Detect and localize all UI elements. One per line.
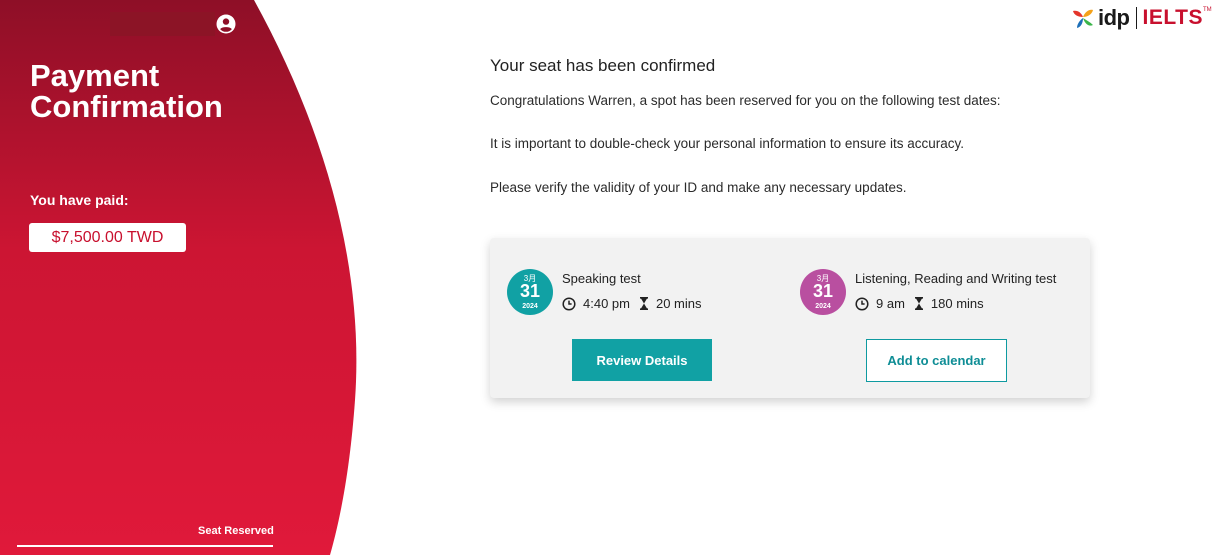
- date-year: 2024: [815, 303, 831, 310]
- test-time: 4:40 pm: [583, 296, 630, 311]
- congratulations-text: Congratulations Warren, a spot has been …: [490, 93, 1001, 108]
- test-dates-card: 3月 31 2024 Speaking test 4:40 pm 20 mins…: [490, 238, 1090, 398]
- confirmation-heading: Your seat has been confirmed: [490, 56, 716, 75]
- date-day: 31: [519, 281, 541, 301]
- idp-ielts-logo: idp IELTS TM: [1071, 5, 1212, 31]
- step-progress-line: [17, 545, 273, 547]
- date-badge: 3月 31 2024: [800, 269, 846, 315]
- date-year: 2024: [522, 303, 538, 310]
- test-duration: 20 mins: [655, 296, 702, 311]
- step-label-seat-reserved: Seat Reserved: [198, 525, 274, 537]
- date-day: 31: [812, 281, 834, 301]
- add-to-calendar-button[interactable]: Add to calendar: [866, 339, 1007, 382]
- test-time: 9 am: [876, 296, 905, 311]
- logo-divider: [1135, 7, 1137, 29]
- clock-icon: [562, 296, 576, 311]
- id-verify-text: Please verify the validity of your ID an…: [490, 180, 907, 195]
- logo-idp-text: idp: [1098, 5, 1130, 30]
- username-redacted: [110, 12, 215, 36]
- logo-ielts-text: IELTS: [1142, 6, 1203, 29]
- review-details-button[interactable]: Review Details: [572, 339, 712, 381]
- test-name: Listening, Reading and Writing test: [855, 271, 1057, 286]
- page-title: Payment Confirmation: [30, 58, 223, 124]
- test-schedule: 4:40 pm 20 mins: [562, 296, 702, 311]
- date-badge: 3月 31 2024: [507, 269, 553, 315]
- paid-label: You have paid:: [30, 192, 129, 208]
- amount-paid-badge: $7,500.00 TWD: [29, 223, 186, 252]
- hourglass-icon: [639, 297, 648, 310]
- test-name: Speaking test: [562, 271, 641, 286]
- clock-icon: [855, 296, 869, 311]
- test-duration: 180 mins: [930, 296, 984, 311]
- info-check-text: It is important to double-check your per…: [490, 136, 964, 151]
- logo-trademark: TM: [1202, 7, 1212, 13]
- hourglass-icon: [914, 297, 923, 310]
- user-account-icon[interactable]: [216, 14, 236, 34]
- idp-logo-mark-icon: [1073, 9, 1093, 28]
- test-schedule: 9 am 180 mins: [855, 296, 984, 311]
